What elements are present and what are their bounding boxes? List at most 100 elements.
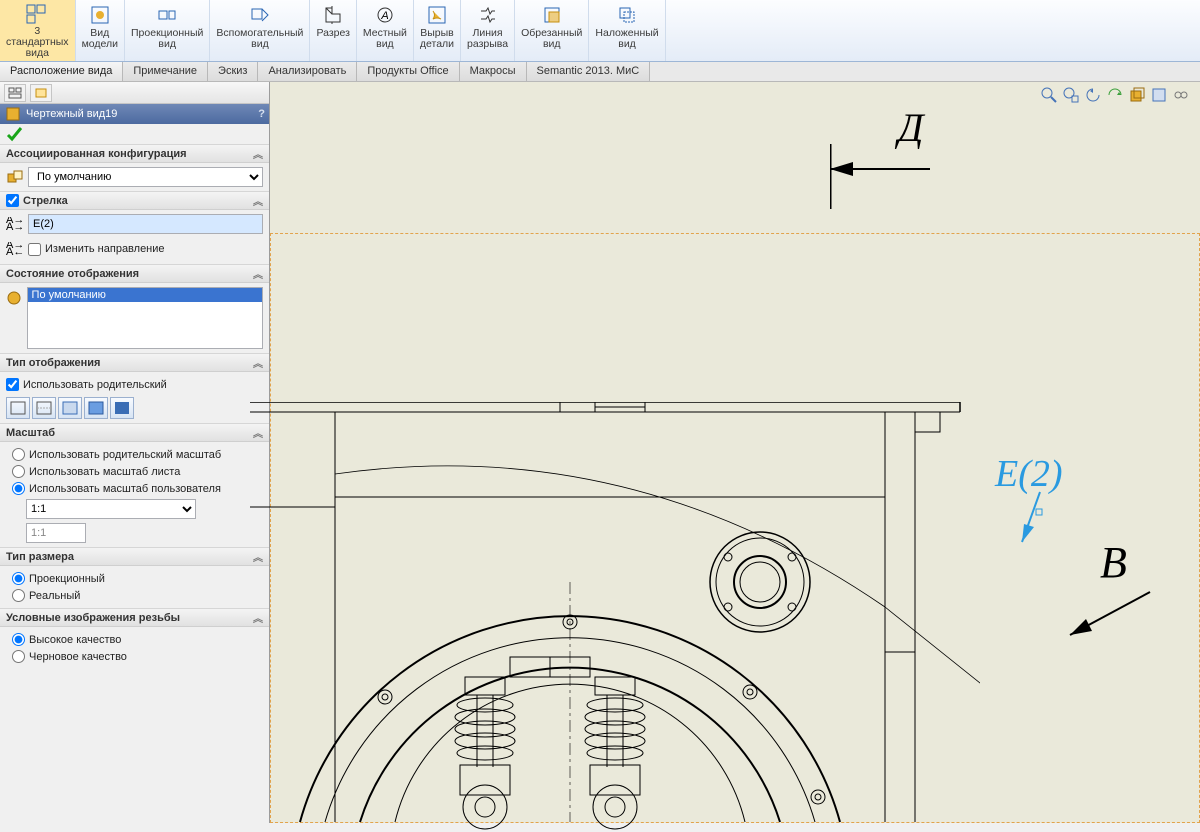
crop-view-icon: [540, 4, 564, 26]
section-header-arrow[interactable]: Стрелка︽: [0, 192, 269, 210]
btn-model-view[interactable]: Вид модели: [76, 0, 125, 61]
section-header-display-state[interactable]: Состояние отображения︽: [0, 265, 269, 283]
arrow-e2: [1012, 487, 1052, 557]
arrow-enable-checkbox[interactable]: [6, 194, 19, 207]
feature-title-bar: Чертежный вид19 ?: [0, 104, 269, 124]
drawing-geometry: [250, 402, 980, 832]
chevron-up-icon: ︽: [253, 193, 263, 208]
section-header-display-type[interactable]: Тип отображения︽: [0, 354, 269, 372]
ok-check-icon[interactable]: [6, 126, 263, 142]
tab-annotation[interactable]: Примечание: [123, 62, 208, 81]
hide-show-icon[interactable]: [1172, 86, 1190, 104]
section-view-icon[interactable]: [1106, 86, 1124, 104]
config-icon: [6, 168, 24, 186]
arrow-direction-icon: A→A←: [6, 240, 24, 258]
scale-custom-select[interactable]: 1:1: [26, 499, 196, 519]
dim-true-radio[interactable]: [12, 589, 25, 602]
section-scale: Масштаб︽ Использовать родительский масшт…: [0, 423, 269, 547]
display-wireframe-icon[interactable]: [6, 397, 30, 419]
use-parent-display-checkbox[interactable]: [6, 378, 19, 391]
drawing-canvas[interactable]: Д Е(2) В: [270, 82, 1200, 823]
scale-sheet-label: Использовать масштаб листа: [29, 466, 180, 478]
btn-break-line[interactable]: Линия разрыва: [461, 0, 515, 61]
tab-sketch[interactable]: Эскиз: [208, 62, 258, 81]
thread-high-radio[interactable]: [12, 633, 25, 646]
svg-text:A: A: [380, 10, 388, 22]
display-style-icon[interactable]: [1150, 86, 1168, 104]
standard-views-icon: [25, 4, 49, 24]
use-parent-display-label: Использовать родительский: [23, 379, 167, 391]
btn-crop-view[interactable]: Обрезанный вид: [515, 0, 589, 61]
display-style-buttons: [6, 397, 263, 419]
dim-projected-label: Проекционный: [29, 573, 105, 585]
chevron-up-icon: ︽: [253, 146, 263, 161]
scale-sheet-radio[interactable]: [12, 465, 25, 478]
zoom-area-icon[interactable]: [1062, 86, 1080, 104]
tab-office-products[interactable]: Продукты Office: [357, 62, 459, 81]
heads-up-view-toolbar: [1040, 86, 1190, 104]
section-header-scale[interactable]: Масштаб︽: [0, 424, 269, 442]
scale-parent-label: Использовать родительский масштаб: [29, 449, 221, 461]
broken-out-icon: [425, 4, 449, 26]
reverse-direction-label: Изменить направление: [45, 243, 165, 255]
view-label-b: В: [1100, 537, 1127, 588]
ribbon-toolbar: 3 стандартных вида Вид модели Проекционн…: [0, 0, 1200, 62]
command-tabs: Расположение вида Примечание Эскиз Анали…: [0, 62, 1200, 82]
btn-detail-view[interactable]: A Местный вид: [357, 0, 414, 61]
section-header-dimension-type[interactable]: Тип размера︽: [0, 548, 269, 566]
arrow-label-input[interactable]: [28, 214, 263, 234]
btn-section[interactable]: Разрез: [310, 0, 356, 61]
model-view-icon: [88, 4, 112, 26]
tab-semantic[interactable]: Semantic 2013. МиС: [527, 62, 651, 81]
zoom-fit-icon[interactable]: [1040, 86, 1058, 104]
scale-custom-radio[interactable]: [12, 482, 25, 495]
tab-view-layout[interactable]: Расположение вида: [0, 62, 123, 81]
dim-true-label: Реальный: [29, 590, 80, 602]
tab-evaluate[interactable]: Анализировать: [258, 62, 357, 81]
arrow-label-a-icon: A→A→: [6, 215, 24, 233]
confirm-row: [0, 124, 269, 144]
prev-view-icon[interactable]: [1084, 86, 1102, 104]
display-state-item[interactable]: По умолчанию: [28, 288, 262, 302]
dim-projected-radio[interactable]: [12, 572, 25, 585]
section-header-thread[interactable]: Условные изображения резьбы︽: [0, 609, 269, 627]
display-hidden-visible-icon[interactable]: [32, 397, 56, 419]
display-state-icon: [6, 289, 23, 307]
display-shaded-edges-icon[interactable]: [84, 397, 108, 419]
scale-custom-label: Использовать масштаб пользователя: [29, 483, 221, 495]
display-shaded-icon[interactable]: [110, 397, 134, 419]
detail-view-icon: A: [373, 4, 397, 26]
alternate-position-icon: [615, 4, 639, 26]
panel-tab-2-icon[interactable]: [30, 84, 52, 102]
btn-broken-out[interactable]: Вырыв детали: [414, 0, 461, 61]
chevron-up-icon: ︽: [253, 355, 263, 370]
projection-view-icon: [155, 4, 179, 26]
svg-text:A←: A←: [6, 246, 24, 256]
tab-macros[interactable]: Макросы: [460, 62, 527, 81]
section-dimension-type: Тип размера︽ Проекционный Реальный: [0, 547, 269, 608]
thread-draft-radio[interactable]: [12, 650, 25, 663]
btn-3-standard-views[interactable]: 3 стандартных вида: [0, 0, 76, 61]
drawing-view-icon: [4, 105, 22, 123]
panel-tab-icons: [0, 82, 269, 104]
help-icon[interactable]: ?: [258, 108, 265, 120]
btn-alternate-position[interactable]: Наложенный вид: [589, 0, 665, 61]
section-icon: [321, 4, 345, 26]
btn-projection-view[interactable]: Проекционный вид: [125, 0, 210, 61]
svg-text:A→: A→: [6, 221, 24, 231]
config-select[interactable]: По умолчанию: [28, 167, 263, 187]
auxiliary-view-icon: [248, 4, 272, 26]
arrow-b: [1060, 587, 1160, 647]
section-display-state: Состояние отображения︽ По умолчанию: [0, 264, 269, 353]
btn-auxiliary-view[interactable]: Вспомогательный вид: [210, 0, 310, 61]
section-thread-display: Условные изображения резьбы︽ Высокое кач…: [0, 608, 269, 669]
reverse-direction-checkbox[interactable]: [28, 243, 41, 256]
scale-parent-radio[interactable]: [12, 448, 25, 461]
break-line-icon: [476, 4, 500, 26]
view-orientation-icon[interactable]: [1128, 86, 1146, 104]
section-header-config[interactable]: Ассоциированная конфигурация︽: [0, 145, 269, 163]
display-hidden-removed-icon[interactable]: [58, 397, 82, 419]
panel-tab-1-icon[interactable]: [4, 84, 26, 102]
display-state-list[interactable]: По умолчанию: [27, 287, 263, 349]
section-arrow: Стрелка︽ A→A→ A→A← Изменить направление: [0, 191, 269, 264]
